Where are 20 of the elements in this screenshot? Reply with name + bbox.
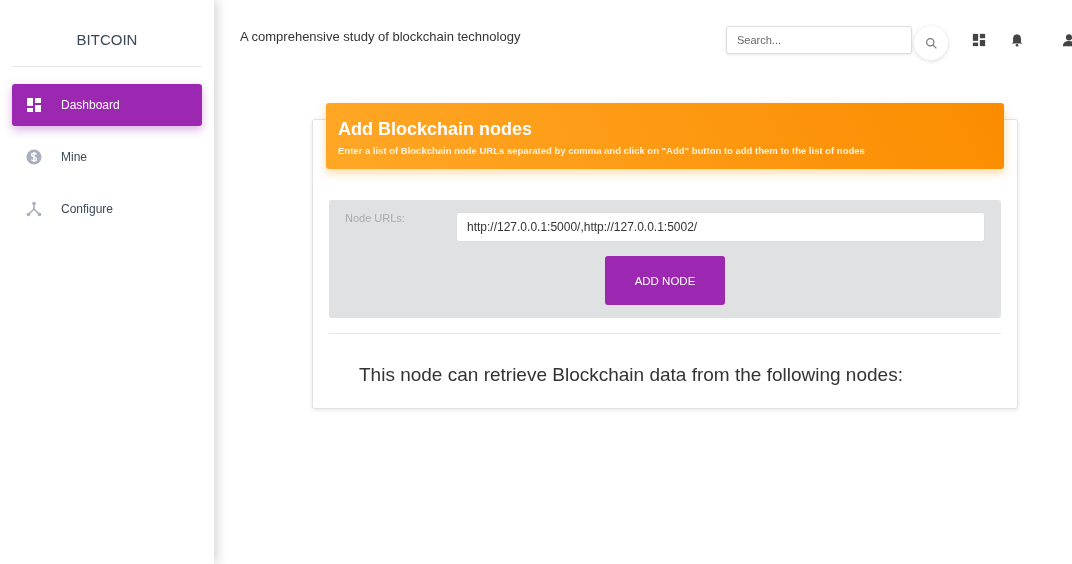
page-title: A comprehensive study of blockchain technology (240, 29, 521, 44)
card-subtitle: Enter a list of Blockchain node URLs separated by comma and click on "Add" button to add them to the list of nodes (338, 145, 866, 156)
info-text: This node can retrieve Blockchain data from the following nodes: (359, 364, 904, 386)
sidebar-item[interactable]: Dashboard (12, 84, 202, 126)
user-icon[interactable] (1062, 33, 1072, 47)
sidebar-item[interactable]: Mine (12, 136, 202, 178)
sidebar-item[interactable]: Configure (12, 188, 202, 230)
dashboard-icon[interactable] (972, 33, 986, 47)
search-button[interactable] (914, 26, 948, 60)
dashboard-icon (26, 97, 42, 113)
search-icon (924, 36, 938, 50)
field-label: Node URLs: (345, 212, 406, 224)
add-node-button[interactable]: ADD NODE (605, 256, 725, 305)
card-title: Add Blockchain nodes (338, 119, 534, 140)
search-field[interactable]: Search... (726, 26, 912, 54)
dollar-icon (26, 149, 42, 165)
branch-icon (26, 201, 42, 217)
notification-bell-icon[interactable] (1010, 33, 1024, 47)
input-field[interactable]: http://127.0.0.1:5000/,http://127.0.0.1:5002/ (456, 212, 985, 242)
brand-title: BITCOIN (75, 30, 139, 50)
